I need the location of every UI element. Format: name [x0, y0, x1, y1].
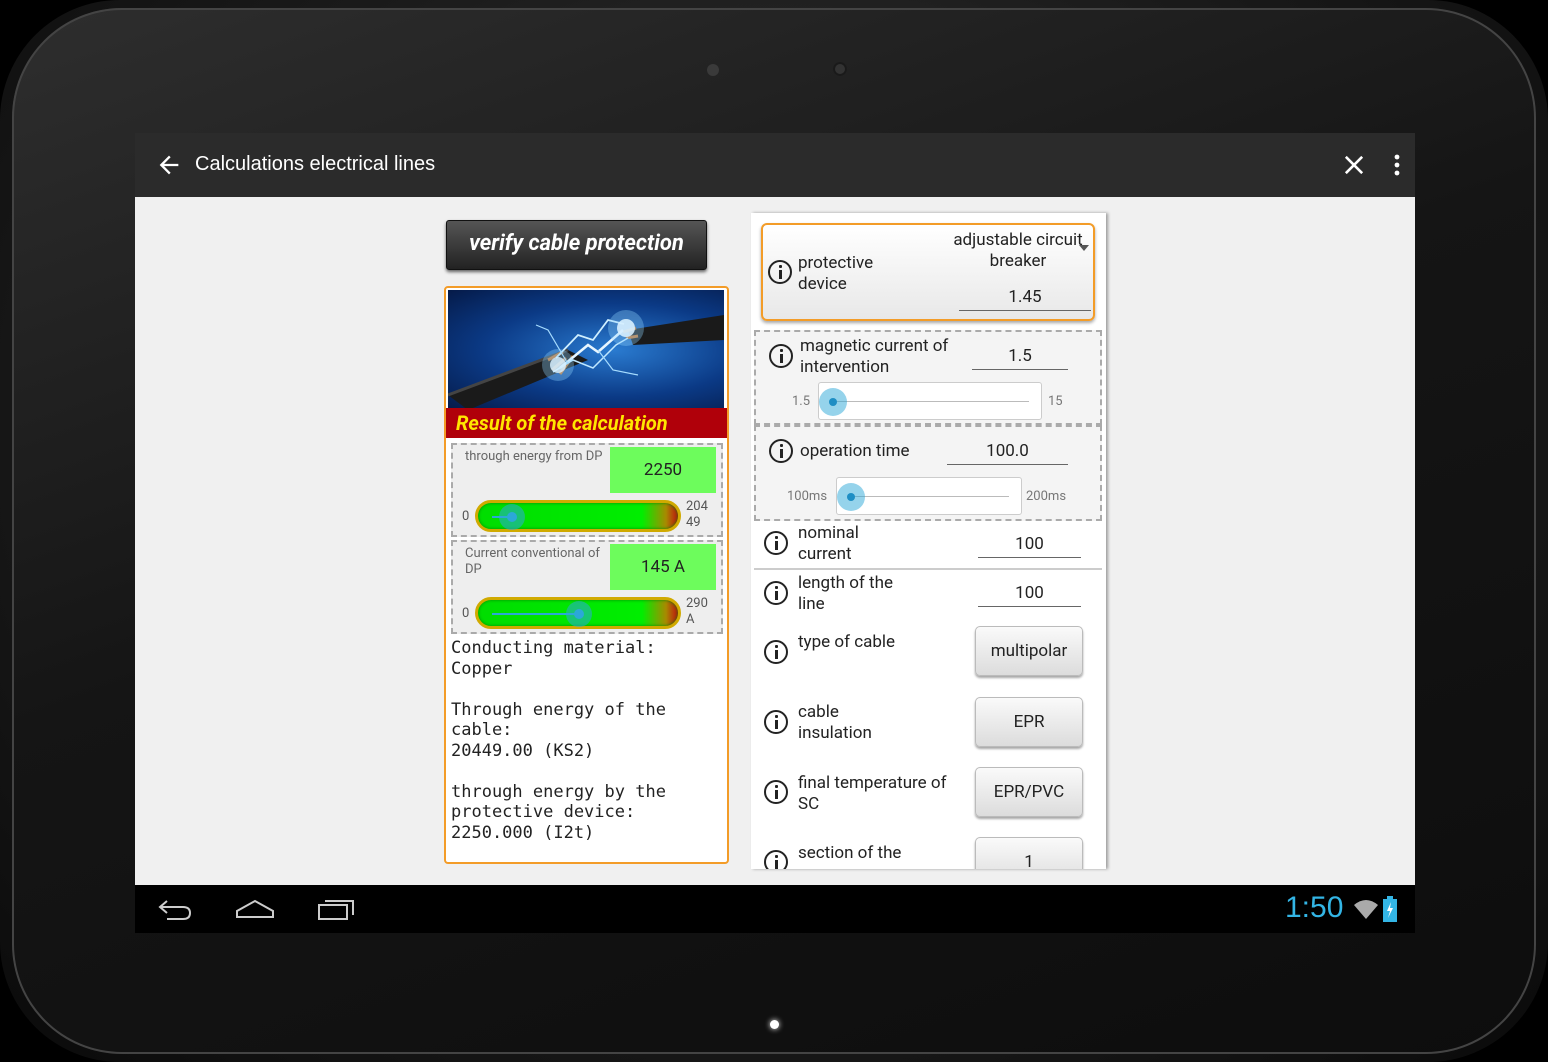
- content-area: verify cable protection Result of the ca…: [135, 197, 1415, 885]
- operation-time-field[interactable]: 100.0: [947, 441, 1068, 465]
- magnetic-current-label: magnetic current of intervention: [800, 336, 949, 377]
- meter-min: 0: [462, 509, 470, 524]
- recents-nav-icon[interactable]: [317, 897, 355, 921]
- cable-spark-image: [448, 290, 724, 410]
- system-nav-bar: 1:50: [135, 885, 1415, 933]
- divider: [754, 568, 1102, 570]
- home-nav-icon[interactable]: [235, 897, 275, 921]
- nominal-current-field[interactable]: 100: [978, 534, 1081, 558]
- result-banner: Result of the calculation: [446, 408, 727, 438]
- nominal-current-label: nominal current: [798, 523, 859, 564]
- protective-device-selector[interactable]: protective device adjustable circuit bre…: [761, 223, 1095, 321]
- slider-thumb[interactable]: [837, 483, 865, 511]
- meter-value: 2250: [610, 447, 716, 493]
- protective-device-label: protective device: [798, 253, 874, 294]
- meter-label: through energy from DP: [465, 449, 603, 464]
- section-label: section of the: [798, 843, 902, 863]
- meter-min: 0: [462, 606, 470, 621]
- verify-cable-protection-button[interactable]: verify cable protection: [446, 220, 707, 270]
- magnetic-current-group: magnetic current of intervention 1.5 1.5…: [754, 330, 1102, 425]
- protective-device-factor-field[interactable]: 1.45: [959, 287, 1091, 311]
- wifi-icon: [1354, 900, 1378, 919]
- input-panel: protective device adjustable circuit bre…: [751, 213, 1106, 869]
- notification-led: [770, 1020, 779, 1029]
- meter-max: 204 49: [686, 499, 708, 530]
- battery-charging-icon: [1383, 896, 1397, 922]
- final-temperature-button[interactable]: EPR/PVC: [975, 767, 1083, 817]
- info-icon[interactable]: [764, 531, 788, 555]
- magnetic-current-slider[interactable]: [818, 382, 1042, 420]
- protective-device-selected: adjustable circuit breaker: [953, 230, 1083, 271]
- page-title: Calculations electrical lines: [195, 153, 436, 175]
- slider-max: 200ms: [1026, 489, 1067, 504]
- cable-type-label: type of cable: [798, 632, 896, 652]
- current-conventional-meter: Current conventional of DP 145 A 0 290 A: [451, 540, 723, 634]
- section-button[interactable]: 1: [975, 837, 1083, 869]
- slider-max: 15: [1048, 394, 1063, 409]
- info-icon[interactable]: [764, 710, 788, 734]
- meter-value: 145 A: [610, 544, 716, 590]
- meter-thumb[interactable]: [498, 504, 525, 530]
- slider-thumb[interactable]: [819, 388, 847, 416]
- info-icon[interactable]: [764, 581, 788, 605]
- operation-time-group: operation time 100.0 100ms 200ms: [754, 425, 1102, 521]
- magnetic-current-field[interactable]: 1.5: [972, 346, 1068, 370]
- sensor: [707, 64, 719, 76]
- meter-bar[interactable]: [475, 597, 681, 629]
- meter-max: 290 A: [686, 596, 708, 627]
- result-card: Result of the calculation through energy…: [444, 286, 729, 864]
- info-icon[interactable]: [768, 260, 792, 284]
- meter-label: Current conventional of DP: [465, 546, 600, 577]
- operation-time-label: operation time: [800, 441, 910, 461]
- back-nav-icon[interactable]: [157, 897, 193, 921]
- back-arrow-icon[interactable]: [155, 151, 183, 179]
- slider-track: [851, 496, 1009, 497]
- meter-bar[interactable]: [475, 500, 681, 532]
- dropdown-arrow-icon: [1079, 245, 1089, 251]
- info-icon[interactable]: [769, 344, 793, 368]
- cable-type-button[interactable]: multipolar: [975, 626, 1083, 676]
- info-icon[interactable]: [769, 439, 793, 463]
- status-clock: 1:50: [1285, 891, 1344, 924]
- action-bar: Calculations electrical lines: [135, 133, 1415, 197]
- through-energy-meter: through energy from DP 2250 0 204 49: [451, 443, 723, 537]
- front-camera: [833, 62, 847, 76]
- slider-min: 100ms: [787, 489, 828, 504]
- line-length-label: length of the line: [798, 573, 893, 614]
- cable-insulation-label: cable insulation: [798, 702, 872, 743]
- close-icon[interactable]: [1340, 151, 1368, 179]
- overflow-menu-icon[interactable]: [1385, 151, 1409, 179]
- result-summary-text: Conducting material: Copper Through ener…: [451, 638, 666, 843]
- final-temperature-label: final temperature of SC: [798, 773, 947, 814]
- slider-track: [833, 401, 1029, 402]
- info-icon[interactable]: [764, 640, 788, 664]
- info-icon[interactable]: [764, 780, 788, 804]
- cable-insulation-button[interactable]: EPR: [975, 697, 1083, 747]
- operation-time-slider[interactable]: [836, 477, 1022, 515]
- meter-thumb[interactable]: [566, 601, 592, 627]
- info-icon[interactable]: [764, 850, 788, 869]
- line-length-field[interactable]: 100: [978, 583, 1081, 607]
- slider-min: 1.5: [792, 394, 811, 409]
- screen: Calculations electrical lines verify cab…: [135, 133, 1415, 933]
- tablet-device: Calculations electrical lines verify cab…: [0, 0, 1548, 1062]
